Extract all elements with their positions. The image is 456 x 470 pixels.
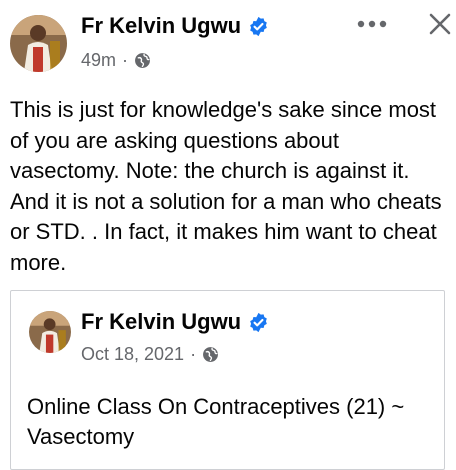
shared-author-name[interactable]: Fr Kelvin Ugwu: [81, 309, 269, 335]
post-time[interactable]: 49m: [81, 50, 116, 71]
globe-icon[interactable]: [134, 52, 151, 69]
author-name-text: Fr Kelvin Ugwu: [81, 13, 242, 38]
more-options-button[interactable]: [355, 10, 389, 38]
post-text: This is just for knowledge's sake since …: [10, 97, 442, 275]
avatar-image: [10, 15, 67, 72]
verified-badge-icon: [248, 312, 269, 333]
close-icon: [429, 13, 451, 35]
close-button[interactable]: [424, 8, 456, 40]
shared-post-meta: Oct 18, 2021 ·: [81, 344, 219, 365]
avatar[interactable]: [10, 15, 67, 72]
globe-icon[interactable]: [202, 346, 219, 363]
shared-post-card[interactable]: Fr Kelvin Ugwu Oct 18, 2021 · Online Cla…: [10, 290, 445, 470]
post-meta: 49m ·: [81, 50, 151, 71]
post-header: Fr Kelvin Ugwu 49m ·: [0, 0, 456, 88]
shared-post-text: Online Class On Contraceptives (21) ~ Va…: [27, 394, 405, 449]
meta-separator: ·: [190, 344, 197, 364]
author-name[interactable]: Fr Kelvin Ugwu: [81, 13, 269, 39]
meta-separator: ·: [122, 50, 129, 70]
more-dots-icon: [357, 20, 387, 28]
shared-avatar[interactable]: [29, 311, 71, 353]
verified-badge-icon: [248, 16, 269, 37]
shared-author-name-text: Fr Kelvin Ugwu: [81, 309, 242, 334]
shared-avatar-image: [29, 311, 71, 353]
shared-post-time[interactable]: Oct 18, 2021: [81, 344, 184, 365]
